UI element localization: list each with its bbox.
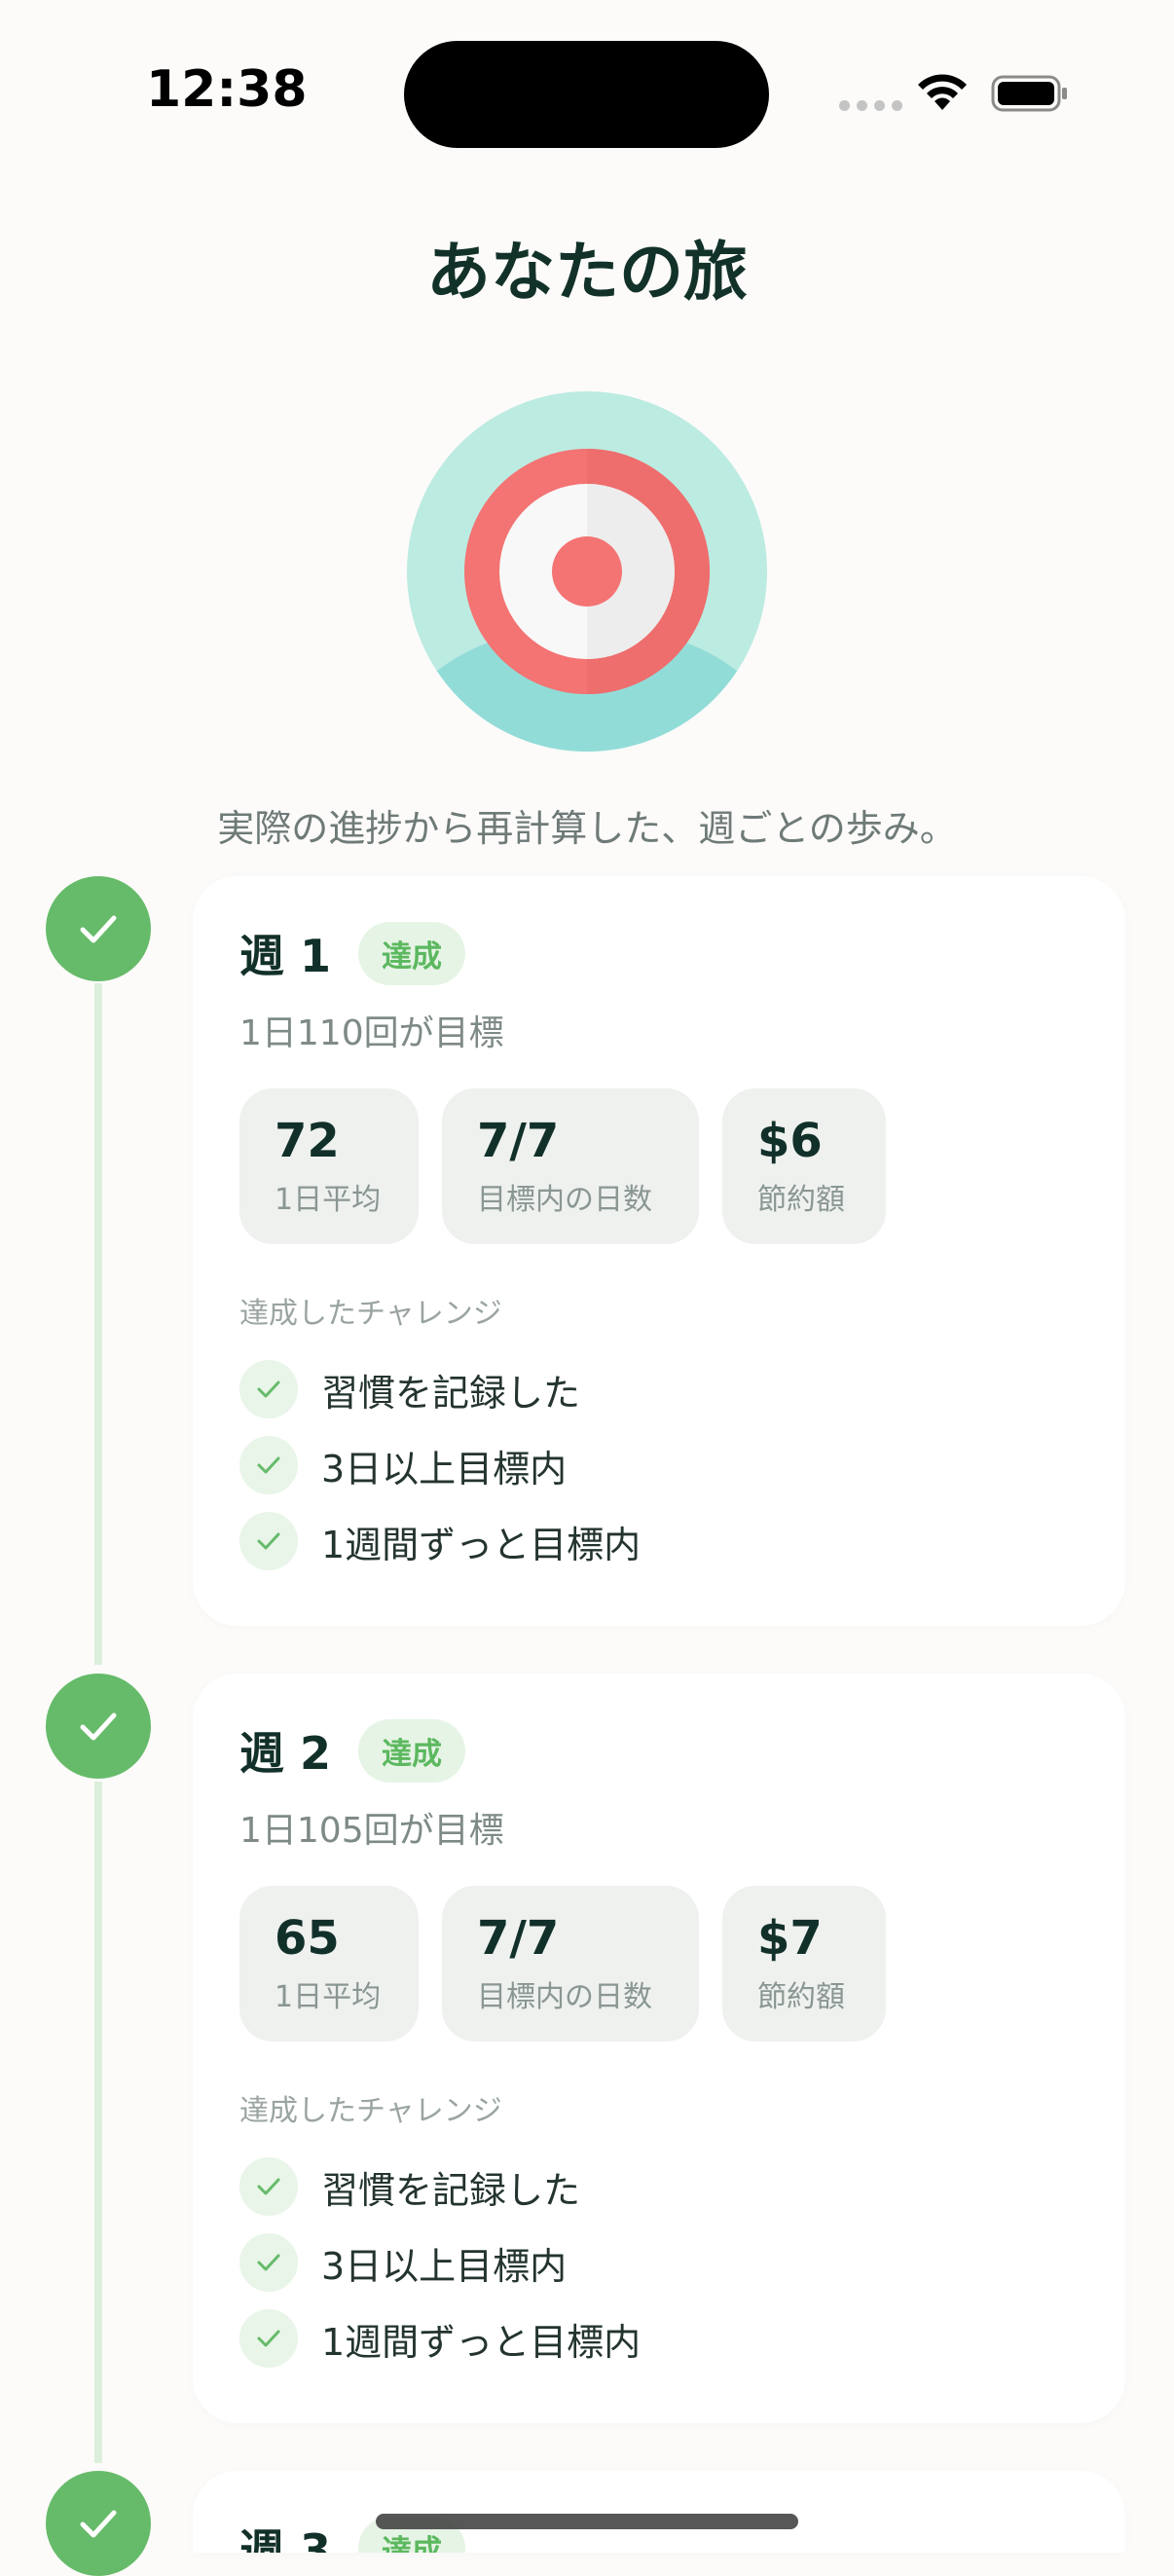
checkmark-icon bbox=[239, 2157, 298, 2216]
stat-amount-saved: $7 節約額 bbox=[722, 1886, 886, 2042]
stat-value: $7 bbox=[757, 1911, 823, 1966]
wifi-icon bbox=[918, 74, 967, 110]
challenges-heading: 達成したチャレンジ bbox=[239, 1297, 502, 1331]
page-subtitle: 実際の進捗から再計算した、週ごとの歩み。 bbox=[217, 807, 957, 850]
challenge-item: 習慣を記録した bbox=[239, 2149, 641, 2225]
week-title: 週 1 bbox=[239, 930, 332, 982]
challenges-heading: 達成したチャレンジ bbox=[239, 2094, 502, 2128]
challenge-item: 習慣を記録した bbox=[239, 1351, 641, 1427]
status-time: 12:38 bbox=[146, 60, 308, 119]
week-goal: 1日110回が目標 bbox=[239, 1013, 504, 1053]
timeline-dot-week-1 bbox=[46, 876, 151, 981]
stat-label: 節約額 bbox=[757, 1979, 845, 2014]
stat-label: 目標内の日数 bbox=[477, 1979, 652, 2014]
week-stats: 65 1日平均 7/7 目標内の日数 $7 節約額 bbox=[239, 1886, 886, 2042]
challenge-label: 1週間ずっと目標内 bbox=[321, 2320, 642, 2364]
challenge-item: 3日以上目標内 bbox=[239, 2225, 641, 2300]
stat-amount-saved: $6 節約額 bbox=[722, 1088, 886, 1244]
week-header: 週 1 達成 bbox=[239, 921, 466, 985]
timeline-dot-week-2 bbox=[46, 1674, 151, 1779]
challenge-label: 1週間ずっと目標内 bbox=[321, 1523, 642, 1566]
challenge-item: 1週間ずっと目標内 bbox=[239, 2300, 641, 2376]
status-bar: 12:38 bbox=[0, 0, 1174, 195]
stat-label: 節約額 bbox=[757, 1182, 845, 1217]
stat-value: 65 bbox=[275, 1911, 340, 1966]
challenge-label: 3日以上目標内 bbox=[321, 1447, 568, 1490]
challenge-list: 習慣を記録した 3日以上目標内 1週間ずっと目標内 bbox=[239, 1351, 641, 1579]
checkmark-icon bbox=[239, 1512, 298, 1570]
checkmark-icon bbox=[239, 2233, 298, 2292]
challenge-label: 3日以上目標内 bbox=[321, 2244, 568, 2288]
target-icon bbox=[407, 391, 767, 752]
challenge-list: 習慣を記録した 3日以上目標内 1週間ずっと目標内 bbox=[239, 2149, 641, 2376]
page-title: あなたの旅 bbox=[426, 235, 748, 310]
checkmark-icon bbox=[80, 915, 117, 943]
stat-daily-average: 72 1日平均 bbox=[239, 1088, 419, 1244]
challenge-item: 3日以上目標内 bbox=[239, 1427, 641, 1503]
stat-value: 7/7 bbox=[477, 1114, 560, 1168]
stat-value: 72 bbox=[275, 1114, 340, 1168]
challenge-label: 習慣を記録した bbox=[321, 1371, 581, 1415]
checkmark-icon bbox=[239, 1360, 298, 1418]
dynamic-island bbox=[404, 41, 769, 148]
stat-value: $6 bbox=[757, 1114, 823, 1168]
home-indicator[interactable] bbox=[376, 2514, 798, 2529]
challenge-label: 習慣を記録した bbox=[321, 2168, 581, 2212]
timeline-connector bbox=[94, 1782, 102, 2463]
stat-days-within-goal: 7/7 目標内の日数 bbox=[442, 1088, 699, 1244]
week-title: 週 2 bbox=[239, 1727, 332, 1780]
week-header: 週 2 達成 bbox=[239, 1718, 466, 1783]
timeline-dot-week-3 bbox=[46, 2471, 151, 2576]
stat-daily-average: 65 1日平均 bbox=[239, 1886, 419, 2042]
week-card-2: 週 2 達成 1日105回が目標 65 1日平均 7/7 目標内の日数 $7 節… bbox=[193, 1674, 1125, 2423]
week-goal: 1日105回が目標 bbox=[239, 1811, 504, 1851]
cellular-signal-icon bbox=[839, 100, 902, 111]
status-badge: 達成 bbox=[358, 921, 466, 985]
week-stats: 72 1日平均 7/7 目標内の日数 $6 節約額 bbox=[239, 1088, 886, 1244]
checkmark-icon bbox=[80, 2510, 117, 2538]
status-badge: 達成 bbox=[358, 1718, 466, 1783]
week-card-1: 週 1 達成 1日110回が目標 72 1日平均 7/7 目標内の日数 $6 節… bbox=[193, 876, 1125, 1626]
stat-label: 目標内の日数 bbox=[477, 1182, 652, 1217]
stat-label: 1日平均 bbox=[275, 1182, 382, 1217]
stat-value: 7/7 bbox=[477, 1911, 560, 1966]
battery-icon bbox=[991, 75, 1067, 112]
checkmark-icon bbox=[239, 2309, 298, 2368]
stat-label: 1日平均 bbox=[275, 1979, 382, 2014]
stat-days-within-goal: 7/7 目標内の日数 bbox=[442, 1886, 699, 2042]
checkmark-icon bbox=[80, 1712, 117, 1741]
checkmark-icon bbox=[239, 1436, 298, 1494]
week-title: 週 3 bbox=[239, 2524, 332, 2553]
challenge-item: 1週間ずっと目標内 bbox=[239, 1503, 641, 1579]
timeline-connector bbox=[94, 983, 102, 1665]
week-card-3: 週 3 達成 bbox=[193, 2471, 1125, 2553]
